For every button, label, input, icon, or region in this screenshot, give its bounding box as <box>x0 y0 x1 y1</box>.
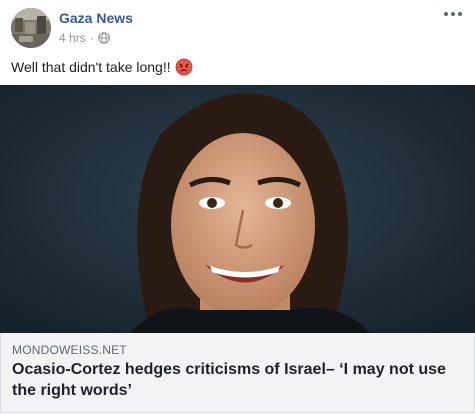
post-message: Well that didn't take long!! <box>11 58 193 76</box>
meta-separator: · <box>89 31 94 45</box>
more-options-icon[interactable] <box>441 6 465 22</box>
facebook-post: Gaza News 4 hrs · Well that didn't take … <box>0 0 475 414</box>
post-time[interactable]: 4 hrs <box>59 31 86 45</box>
post-message-text: Well that didn't take long!! <box>11 59 171 75</box>
angry-face-emoji-icon <box>175 58 193 76</box>
page-avatar[interactable] <box>11 8 51 48</box>
avatar-image <box>11 8 51 48</box>
link-preview-image[interactable] <box>0 85 475 333</box>
post-header: Gaza News 4 hrs · <box>0 0 475 56</box>
link-headline[interactable]: Ocasio-Cortez hedges criticisms of Israe… <box>12 359 462 401</box>
portrait-photo <box>0 85 475 333</box>
post-meta: 4 hrs · <box>59 31 110 45</box>
link-preview-caption[interactable]: MONDOWEISS.NET Ocasio-Cortez hedges crit… <box>0 333 475 413</box>
link-domain: MONDOWEISS.NET <box>12 343 127 357</box>
globe-icon[interactable] <box>97 32 110 44</box>
page-name-link[interactable]: Gaza News <box>59 10 133 26</box>
